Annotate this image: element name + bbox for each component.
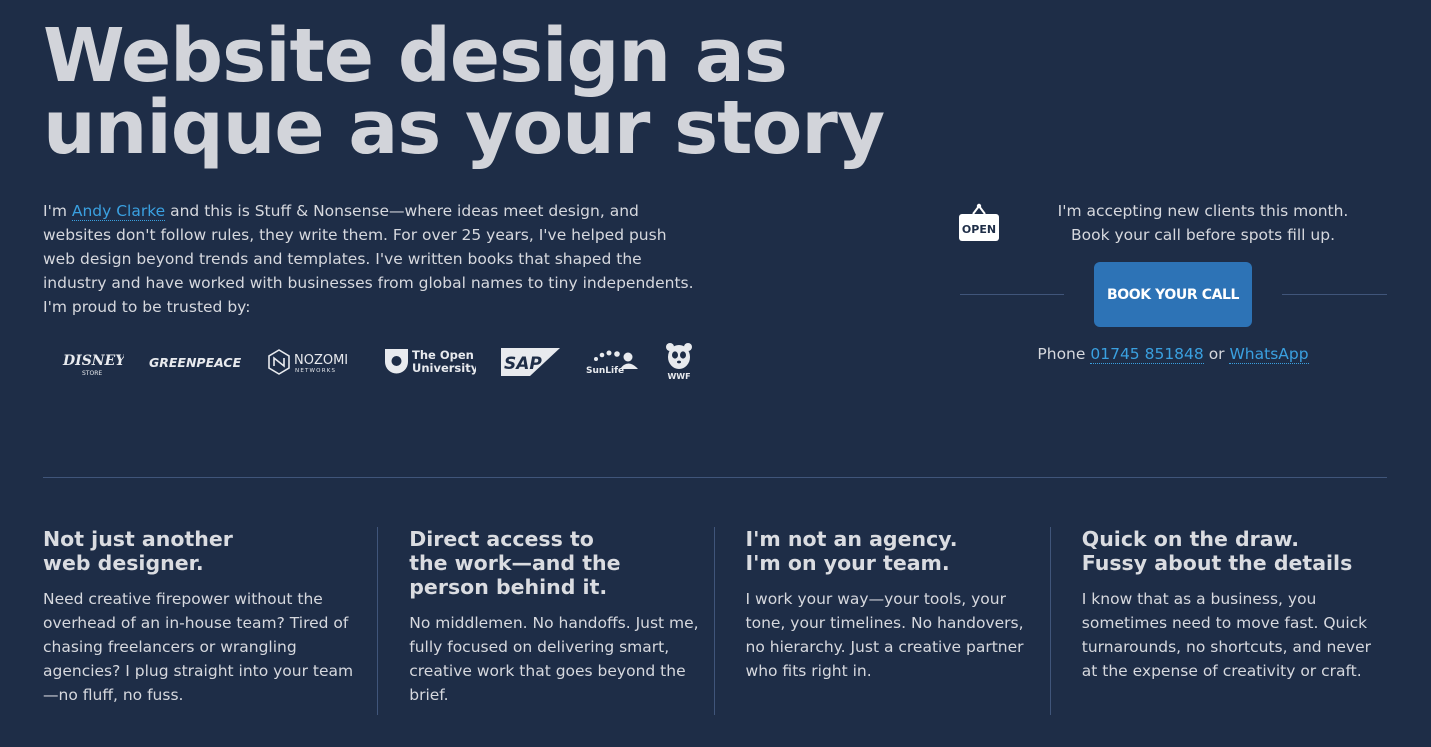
hero-headline: Website design as unique as your story (43, 13, 885, 171)
client-logos: DISNEY STORE GREENPEACE NOZOMI NETWORKS … (62, 342, 692, 382)
disney-logo-sub: STORE (82, 370, 102, 377)
feature-body: I work your way—your tools, your tone, y… (745, 590, 1024, 680)
disney-store-logo: DISNEY STORE (62, 346, 124, 378)
feature-title-line: Not just another (43, 527, 233, 551)
feature-title-line: Fussy about the details (1081, 551, 1353, 575)
feature-column: Not just another web designer. Need crea… (43, 527, 379, 715)
feature-title: Not just another web designer. (43, 527, 363, 575)
book-call-button[interactable]: Book your call (1094, 262, 1252, 327)
phone-link[interactable]: 01745 851848 (1090, 345, 1204, 364)
phone-prefix: Phone (1037, 345, 1091, 363)
section-divider (43, 477, 1387, 478)
feature-title-line: I'm not an agency. (745, 527, 958, 551)
availability-text: I'm accepting new clients this month. Bo… (1018, 199, 1388, 247)
nozomi-logo-text: NOZOMI (294, 353, 348, 368)
greenpeace-logo: GREENPEACE (148, 350, 244, 374)
feature-title-line: Direct access to (409, 527, 594, 551)
features-row: Not just another web designer. Need crea… (43, 527, 1387, 715)
open-sign-icon: OPEN (959, 203, 999, 241)
feature-title-line: the work—and the (409, 551, 621, 575)
intro-paragraph: I'm Andy Clarke and this is Stuff & Nons… (43, 199, 703, 319)
nozomi-logo-sub: NETWORKS (295, 368, 336, 374)
sap-logo: SAP (500, 346, 562, 378)
sunlife-logo: SunLife (586, 347, 640, 377)
disney-logo-text: DISNEY (62, 353, 124, 369)
feature-title-line: web designer. (43, 551, 204, 575)
feature-title: Direct access to the work—and the person… (409, 527, 699, 599)
contact-line: Phone 01745 851848 or WhatsApp (958, 342, 1388, 366)
feature-title: I'm not an agency. I'm on your team. (746, 527, 1036, 575)
wwf-logo: WWF (664, 343, 694, 381)
sap-logo-text: SAP (504, 354, 542, 374)
cta-rule-left (960, 294, 1064, 295)
feature-title: Quick on the draw. Fussy about the detai… (1082, 527, 1373, 575)
feature-body: Need creative firepower without the over… (43, 590, 354, 704)
sunlife-logo-text: SunLife (586, 366, 624, 376)
open-university-logo: The Open University (384, 346, 476, 378)
wwf-logo-text: WWF (667, 372, 690, 381)
greenpeace-logo-text: GREENPEACE (149, 355, 242, 370)
ou-logo-line2: University (412, 361, 476, 375)
or-text: or (1203, 345, 1230, 363)
feature-column: Quick on the draw. Fussy about the detai… (1051, 527, 1387, 715)
feature-title-line: Quick on the draw. (1081, 527, 1300, 551)
feature-body: No middlemen. No handoffs. Just me, full… (409, 614, 699, 704)
feature-title-line: person behind it. (409, 575, 608, 599)
andy-clarke-link[interactable]: Andy Clarke (71, 202, 166, 221)
cta-rule-right (1282, 294, 1387, 295)
headline-line-2: unique as your story (43, 85, 885, 171)
feature-column: Direct access to the work—and the person… (378, 527, 715, 715)
availability-line-2: Book your call before spots fill up. (1070, 226, 1336, 244)
feature-column: I'm not an agency. I'm on your team. I w… (715, 527, 1051, 715)
availability-line-1: I'm accepting new clients this month. (1057, 202, 1349, 220)
svg-text:OPEN: OPEN (962, 223, 996, 236)
feature-body: I know that as a business, you sometimes… (1081, 590, 1371, 680)
headline-line-1: Website design as (43, 13, 788, 99)
intro-prefix: I'm (43, 202, 72, 220)
ou-logo-line1: The Open (412, 348, 474, 362)
feature-title-line: I'm on your team. (745, 551, 950, 575)
nozomi-networks-logo: NOZOMI NETWORKS (268, 347, 360, 377)
whatsapp-link[interactable]: WhatsApp (1229, 345, 1309, 364)
booking-cta: OPEN I'm accepting new clients this mont… (958, 198, 1388, 373)
